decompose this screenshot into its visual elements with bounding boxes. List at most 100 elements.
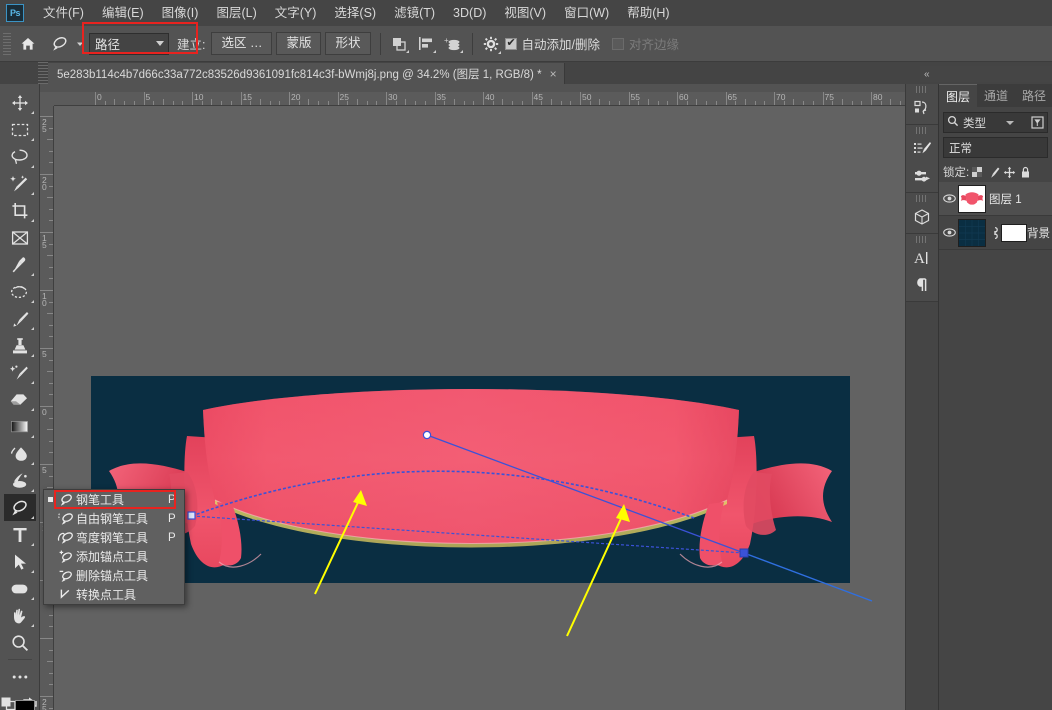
tool-flyout-triangle[interactable]	[31, 165, 34, 168]
filter-toggle-icon[interactable]	[1031, 116, 1044, 132]
layer-row[interactable]: 图层 1	[939, 182, 1052, 216]
tool-preset-chevron-icon[interactable]	[76, 37, 84, 51]
tool-flyout-triangle[interactable]	[31, 516, 34, 519]
tool-flyout-triangle[interactable]	[31, 597, 34, 600]
eye-icon[interactable]	[941, 193, 958, 204]
menu-select[interactable]: 选择(S)	[325, 0, 385, 26]
tool-gradient-tool[interactable]	[4, 413, 36, 440]
tool-path-select-tool[interactable]	[4, 548, 36, 575]
rail-grip-4[interactable]	[916, 236, 928, 243]
menu-layer[interactable]: 图层(L)	[207, 0, 265, 26]
eye-icon[interactable]	[941, 227, 958, 238]
auto-add-delete-checkbox[interactable]	[505, 38, 517, 50]
menu-help[interactable]: 帮助(H)	[618, 0, 678, 26]
tool-flyout-triangle[interactable]	[31, 570, 34, 573]
blend-mode-select[interactable]: 正常	[943, 137, 1048, 158]
tool-eraser-tool[interactable]	[4, 386, 36, 413]
make-selection-button[interactable]: 选区 …	[211, 32, 272, 55]
menu-image[interactable]: 图像(I)	[153, 0, 208, 26]
lock-position-icon[interactable]	[1001, 166, 1017, 179]
history-actions-icon[interactable]	[907, 94, 937, 121]
layer-row[interactable]: 背景	[939, 216, 1052, 250]
tool-lasso-tool[interactable]	[4, 143, 36, 170]
paragraph-panel-icon[interactable]	[907, 271, 937, 298]
tool-flyout-triangle[interactable]	[31, 354, 34, 357]
lock-artboard-icon[interactable]	[1017, 166, 1033, 179]
tool-hand-tool[interactable]	[4, 602, 36, 629]
flyout-item-5[interactable]: 删除锚点工具	[44, 566, 184, 585]
artboard[interactable]	[91, 376, 850, 583]
tool-more-tools[interactable]	[4, 663, 36, 690]
menu-window[interactable]: 窗口(W)	[555, 0, 618, 26]
gear-icon[interactable]	[478, 32, 504, 56]
layer-thumbnail[interactable]	[958, 185, 986, 213]
pen-tool-flyout-menu[interactable]: 钢笔工具P自由钢笔工具P弯度钢笔工具P添加锚点工具删除锚点工具转换点工具	[43, 489, 185, 605]
tool-flyout-triangle[interactable]	[31, 408, 34, 411]
flyout-item-1[interactable]: 钢笔工具P	[44, 490, 184, 509]
make-shape-button[interactable]: 形状	[325, 32, 370, 55]
path-operations-icon[interactable]	[386, 32, 412, 56]
tool-healing-brush-tool[interactable]	[4, 278, 36, 305]
tab-bar-grip[interactable]	[38, 62, 48, 84]
flyout-item-2[interactable]: 自由钢笔工具P	[44, 509, 184, 528]
menu-3d[interactable]: 3D(D)	[444, 0, 495, 26]
menu-type[interactable]: 文字(Y)	[266, 0, 326, 26]
tab-layers[interactable]: 图层	[939, 84, 977, 107]
current-tool-icon-pen[interactable]	[45, 31, 75, 57]
tool-object-select-tool[interactable]	[4, 170, 36, 197]
flyout-item-3[interactable]: 弯度钢笔工具P	[44, 528, 184, 547]
tool-move-tool[interactable]	[4, 89, 36, 116]
menu-view[interactable]: 视图(V)	[495, 0, 555, 26]
tool-flyout-triangle[interactable]	[31, 138, 34, 141]
rail-grip[interactable]	[916, 86, 928, 93]
chevron-down-icon-filter[interactable]	[1006, 121, 1014, 125]
flyout-item-6[interactable]: 转换点工具	[44, 585, 184, 604]
tool-dodge-tool[interactable]	[4, 467, 36, 494]
align-edges-checkbox[interactable]	[612, 38, 624, 50]
path-mode-select[interactable]: 路径	[89, 33, 169, 55]
tool-clone-stamp-tool[interactable]	[4, 332, 36, 359]
panel-collapse-button[interactable]: «	[920, 66, 1052, 82]
path-alignment-icon[interactable]	[413, 32, 439, 56]
background-color-swatch[interactable]	[15, 700, 35, 710]
vertical-ruler[interactable]: 25201510505125	[40, 106, 54, 710]
tool-shape-tool[interactable]	[4, 575, 36, 602]
canvas-area[interactable]	[54, 106, 921, 710]
tab-channels[interactable]: 通道	[977, 84, 1015, 107]
rail-grip-3[interactable]	[916, 195, 928, 202]
tool-flyout-triangle[interactable]	[31, 327, 34, 330]
tool-flyout-triangle[interactable]	[31, 489, 34, 492]
tool-frame-tool[interactable]	[4, 224, 36, 251]
tool-zoom-tool[interactable]	[4, 629, 36, 656]
tool-flyout-triangle[interactable]	[31, 624, 34, 627]
path-arrangement-icon[interactable]: +	[440, 32, 466, 56]
menu-filter[interactable]: 滤镜(T)	[385, 0, 444, 26]
rail-grip-2[interactable]	[916, 127, 928, 134]
tool-pen-tool[interactable]	[4, 494, 36, 521]
tool-eyedropper-tool[interactable]	[4, 251, 36, 278]
tool-flyout-triangle[interactable]	[31, 462, 34, 465]
document-tab[interactable]: 5e283b114c4b7d66c33a772c83526d9361091fc8…	[48, 63, 565, 84]
tool-flyout-triangle[interactable]	[31, 111, 34, 114]
layer-filter-bar[interactable]: 类型	[943, 112, 1048, 133]
tool-flyout-triangle[interactable]	[31, 300, 34, 303]
tool-flyout-triangle[interactable]	[31, 219, 34, 222]
home-icon[interactable]	[15, 31, 41, 57]
tab-paths[interactable]: 路径	[1015, 84, 1052, 107]
lock-transparency-icon[interactable]	[969, 166, 985, 178]
lock-image-icon[interactable]	[985, 166, 1001, 179]
menu-edit[interactable]: 编辑(E)	[93, 0, 153, 26]
tool-history-brush-tool[interactable]	[4, 359, 36, 386]
options-bar-grip[interactable]	[3, 33, 11, 55]
tool-rectangular-select-tool[interactable]	[4, 116, 36, 143]
layer-thumbnail[interactable]	[958, 219, 986, 247]
tool-flyout-triangle[interactable]	[31, 273, 34, 276]
tool-flyout-triangle[interactable]	[31, 435, 34, 438]
layer-mask-thumbnail[interactable]	[1001, 224, 1027, 242]
make-mask-button[interactable]: 蒙版	[276, 32, 321, 55]
brush-settings-icon[interactable]	[907, 135, 937, 162]
brush-presets-icon[interactable]	[907, 162, 937, 189]
tool-flyout-triangle[interactable]	[31, 543, 34, 546]
menu-file[interactable]: 文件(F)	[34, 0, 93, 26]
tool-blur-tool[interactable]	[4, 440, 36, 467]
